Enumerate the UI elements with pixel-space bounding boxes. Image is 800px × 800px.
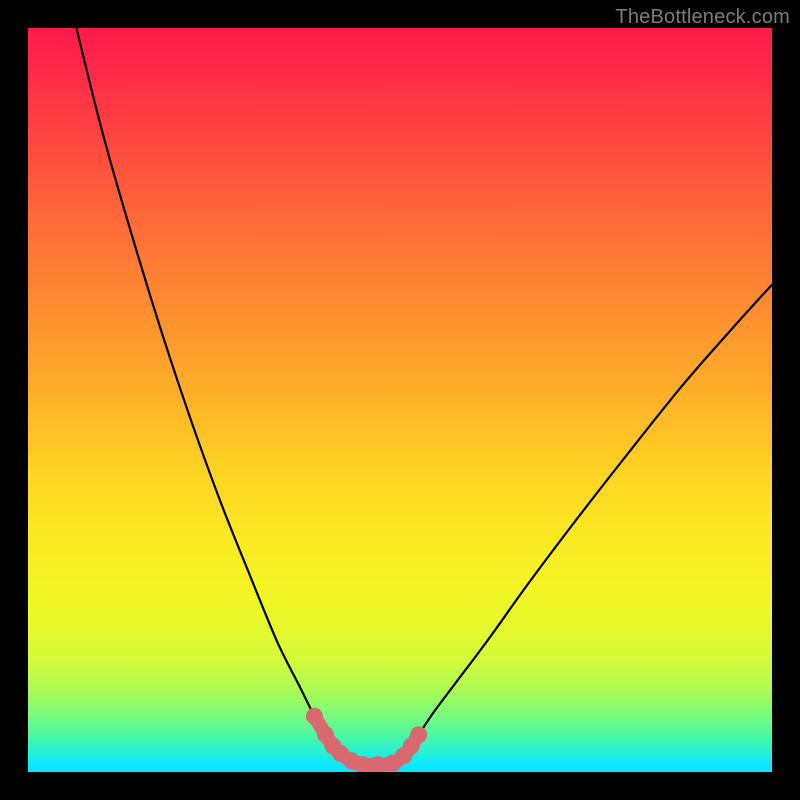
plot-area xyxy=(28,28,772,772)
watermark-text: TheBottleneck.com xyxy=(615,6,790,29)
curve-svg xyxy=(28,28,772,772)
chart-frame: TheBottleneck.com xyxy=(0,0,800,800)
valley-dots xyxy=(306,708,427,772)
valley-dot xyxy=(410,726,427,743)
bottleneck-curve xyxy=(76,28,772,765)
valley-dot xyxy=(306,708,323,725)
